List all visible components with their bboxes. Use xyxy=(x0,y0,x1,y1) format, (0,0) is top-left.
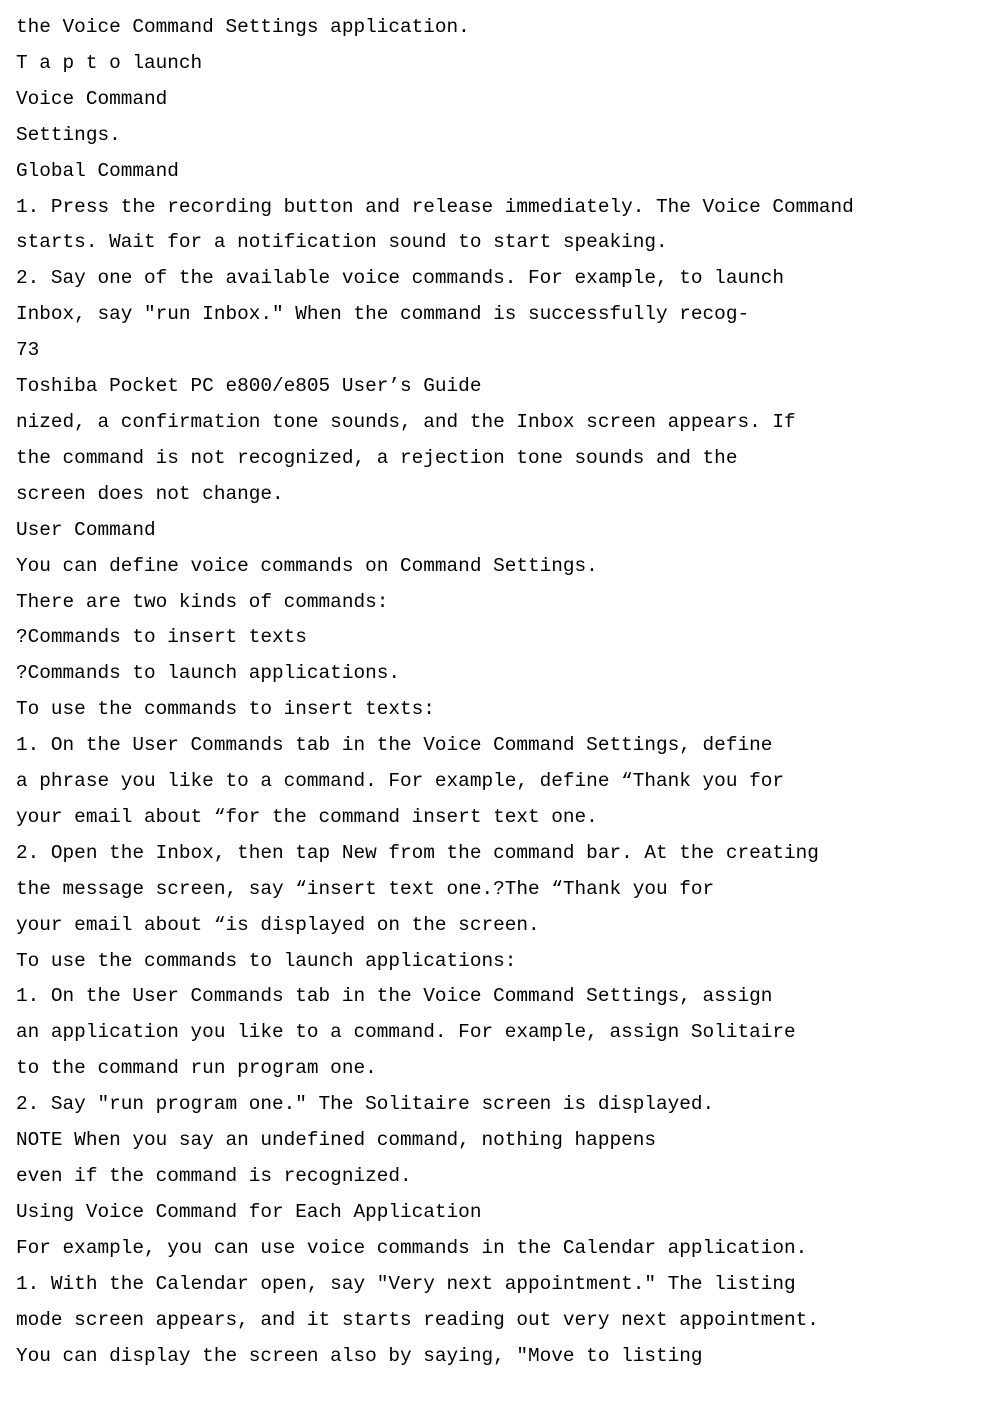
text-line: 1. On the User Commands tab in the Voice… xyxy=(16,728,988,764)
text-line: an application you like to a command. Fo… xyxy=(16,1015,988,1051)
text-line: Inbox, say "run Inbox." When the command… xyxy=(16,297,988,333)
text-line: There are two kinds of commands: xyxy=(16,585,988,621)
text-line: mode screen appears, and it starts readi… xyxy=(16,1303,988,1339)
section-heading: Using Voice Command for Each Application xyxy=(16,1195,988,1231)
text-line: 2. Say "run program one." The Solitaire … xyxy=(16,1087,988,1123)
text-line: the command is not recognized, a rejecti… xyxy=(16,441,988,477)
text-line: ?Commands to insert texts xyxy=(16,620,988,656)
text-line: Settings. xyxy=(16,118,988,154)
text-line: For example, you can use voice commands … xyxy=(16,1231,988,1267)
text-line: nized, a confirmation tone sounds, and t… xyxy=(16,405,988,441)
text-line: T a p t o launch xyxy=(16,46,988,82)
text-line: Voice Command xyxy=(16,82,988,118)
text-line: starts. Wait for a notification sound to… xyxy=(16,225,988,261)
text-line: 2. Say one of the available voice comman… xyxy=(16,261,988,297)
text-line: screen does not change. xyxy=(16,477,988,513)
text-line: a phrase you like to a command. For exam… xyxy=(16,764,988,800)
text-line: the Voice Command Settings application. xyxy=(16,10,988,46)
text-line: 2. Open the Inbox, then tap New from the… xyxy=(16,836,988,872)
document-body: the Voice Command Settings application. … xyxy=(16,10,988,1374)
page-title: Toshiba Pocket PC e800/e805 User’s Guide xyxy=(16,369,988,405)
text-line: You can display the screen also by sayin… xyxy=(16,1339,988,1375)
text-line: even if the command is recognized. xyxy=(16,1159,988,1195)
text-line: 1. Press the recording button and releas… xyxy=(16,190,988,226)
text-line: To use the commands to launch applicatio… xyxy=(16,944,988,980)
text-line: You can define voice commands on Command… xyxy=(16,549,988,585)
text-line: To use the commands to insert texts: xyxy=(16,692,988,728)
text-line: your email about “is displayed on the sc… xyxy=(16,908,988,944)
text-line: the message screen, say “insert text one… xyxy=(16,872,988,908)
text-line: 1. On the User Commands tab in the Voice… xyxy=(16,979,988,1015)
section-heading: Global Command xyxy=(16,154,988,190)
text-line: your email about “for the command insert… xyxy=(16,800,988,836)
note-line: NOTE When you say an undefined command, … xyxy=(16,1123,988,1159)
text-line: to the command run program one. xyxy=(16,1051,988,1087)
section-heading: User Command xyxy=(16,513,988,549)
text-line: ?Commands to launch applications. xyxy=(16,656,988,692)
text-line: 1. With the Calendar open, say "Very nex… xyxy=(16,1267,988,1303)
page-number: 73 xyxy=(16,333,988,369)
